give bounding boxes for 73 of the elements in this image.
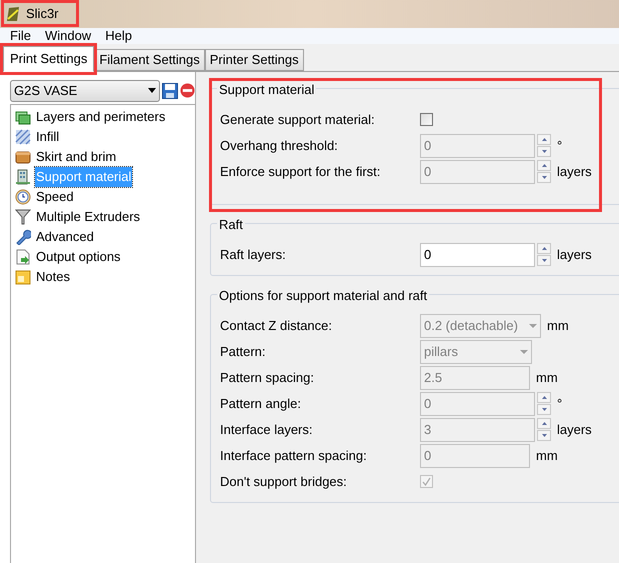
sidebar-item[interactable]: Infill	[35, 127, 60, 147]
unit-label: °	[557, 394, 562, 413]
menu-item[interactable]: Window	[44, 26, 92, 46]
tab[interactable]: Printer Settings	[204, 49, 304, 71]
field-label: Interface layers:	[220, 420, 314, 439]
delete-icon[interactable]	[180, 83, 195, 98]
field-label: Enforce support for the first:	[220, 162, 382, 181]
menu-item[interactable]: Help	[105, 26, 132, 46]
unit-label: layers	[557, 246, 592, 264]
wrench-icon	[15, 229, 31, 245]
sidebar-item[interactable]: Advanced	[35, 227, 95, 247]
save-icon[interactable]	[162, 82, 178, 98]
sidebar-item[interactable]: Output options	[35, 247, 122, 267]
field-label: Contact Z distance:	[220, 316, 333, 335]
sidebar-item[interactable]: Layers and perimeters	[35, 107, 166, 127]
note-icon	[15, 269, 31, 285]
spin-down-button[interactable]	[537, 146, 551, 156]
app-logo-icon	[6, 6, 20, 22]
up-arrow-icon	[542, 138, 546, 140]
menu-item[interactable]: File	[10, 26, 31, 46]
sidebar-item[interactable]: Multiple Extruders	[35, 207, 142, 227]
unit-label: layers	[557, 420, 592, 439]
field-label: Pattern:	[220, 342, 267, 361]
layers-icon	[15, 109, 31, 125]
down-arrow-icon	[542, 434, 546, 436]
spin-up-button[interactable]	[537, 160, 551, 170]
document-arrow-icon	[15, 249, 31, 265]
unit-label: mm	[536, 368, 558, 387]
field-label: Don't support bridges:	[220, 472, 348, 491]
spin-up-button[interactable]	[537, 418, 551, 428]
down-arrow-icon	[542, 258, 546, 262]
up-arrow-icon	[542, 246, 546, 250]
tab[interactable]: Filament Settings	[94, 49, 205, 71]
field-label: Pattern spacing:	[220, 368, 315, 387]
unit-label: layers	[557, 162, 592, 181]
checkbox[interactable]	[420, 113, 433, 126]
spin-down-button[interactable]	[537, 172, 551, 182]
unit-label: mm	[547, 316, 569, 335]
box-icon	[15, 149, 31, 165]
window-title: Slic3r	[26, 5, 59, 24]
spin-up-button[interactable]	[537, 242, 551, 254]
spin-up-button[interactable]	[537, 134, 551, 144]
input-field[interactable]: 0	[420, 242, 535, 266]
spin-down-button[interactable]	[537, 430, 551, 440]
up-arrow-icon	[542, 396, 546, 398]
sidebar-item[interactable]: Notes	[35, 267, 71, 287]
sidebar-item[interactable]: Skirt and brim	[35, 147, 118, 167]
unit-label: mm	[536, 446, 558, 465]
spin-up-button[interactable]	[537, 392, 551, 402]
unit-label: °	[557, 136, 562, 155]
field-label: Overhang threshold:	[220, 136, 339, 155]
down-arrow-icon	[542, 176, 546, 178]
caret-icon	[520, 350, 528, 354]
field-label: Generate support material:	[220, 110, 376, 129]
spin-down-button[interactable]	[537, 404, 551, 414]
building-icon	[15, 169, 31, 185]
spin-down-button[interactable]	[537, 254, 551, 266]
preset-value: G2S VASE	[14, 82, 78, 100]
field-label: Interface pattern spacing:	[220, 446, 368, 465]
up-arrow-icon	[542, 164, 546, 166]
clock-icon	[15, 189, 31, 205]
preset-dropdown[interactable]: G2S VASE	[10, 80, 160, 102]
down-arrow-icon	[542, 150, 546, 152]
funnel-icon	[15, 209, 31, 225]
field-label: Pattern angle:	[220, 394, 302, 413]
field-label: Raft layers:	[220, 246, 287, 264]
hatch-icon	[15, 129, 31, 145]
down-arrow-icon	[542, 408, 546, 410]
tab[interactable]: Print Settings	[3, 46, 94, 72]
caret-icon	[148, 88, 156, 93]
caret-icon	[529, 324, 537, 328]
sidebar-item[interactable]: Speed	[35, 187, 75, 207]
up-arrow-icon	[542, 422, 546, 424]
